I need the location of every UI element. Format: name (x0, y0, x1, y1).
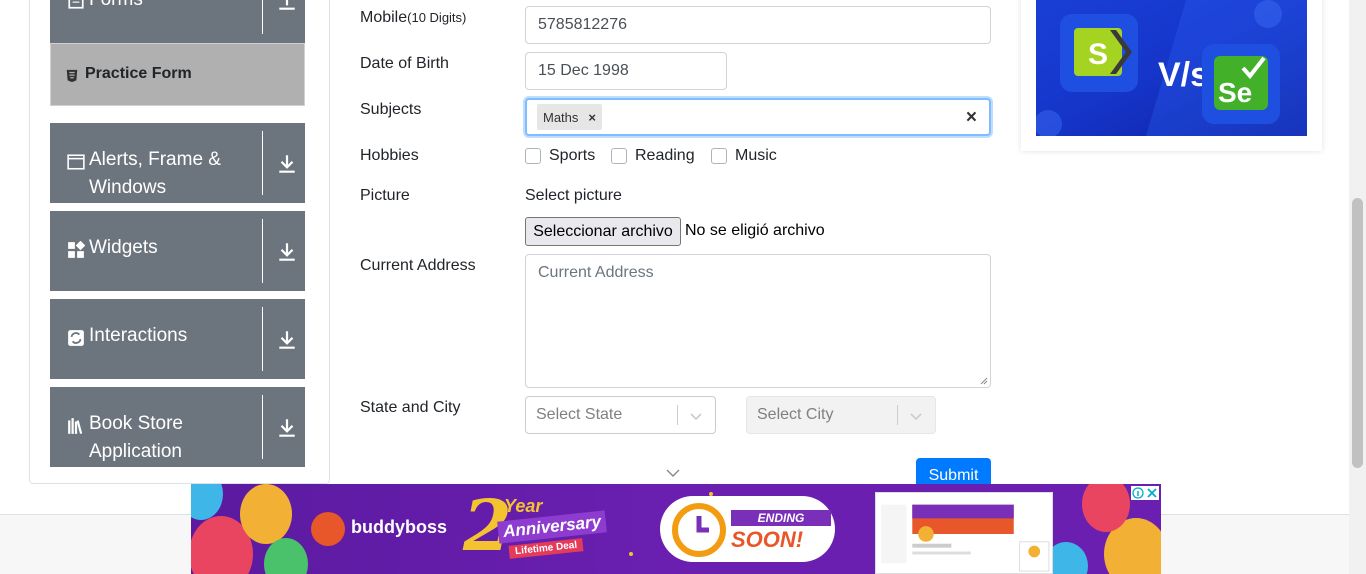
sidebar-group-book-store[interactable]: Book Store Application (50, 387, 305, 467)
arrow-down-icon (279, 243, 295, 261)
file-status-text: No se eligió archivo (685, 222, 825, 239)
sidebar-item-label: Practice Form (85, 65, 192, 82)
sidebar-group-label: Windows (89, 177, 167, 198)
sidebar-group-label: Alerts, Frame & (89, 149, 221, 170)
checkbox-box[interactable] (525, 148, 541, 164)
chevron-down-icon (910, 413, 922, 421)
sidebar-group-label: Book Store (89, 413, 183, 434)
forms-icon (68, 0, 84, 9)
mobile-label-text: Mobile (360, 9, 408, 26)
mobile-hint: (10 Digits) (407, 10, 467, 25)
subjects-input[interactable]: Maths × × (525, 98, 991, 136)
arrow-down-icon (279, 155, 295, 173)
widgets-icon (68, 241, 85, 258)
sidebar-group-label: Application (89, 441, 182, 462)
arrow-down-icon (279, 419, 295, 437)
clock-icon (672, 503, 726, 557)
picture-label: Picture (360, 187, 410, 204)
dob-label: Date of Birth (360, 55, 449, 72)
buddyboss-brand: buddyboss (351, 517, 448, 537)
clear-subjects-icon[interactable]: × (966, 107, 977, 129)
mobile-input[interactable]: 5785812276 (525, 6, 991, 44)
soon-label: SOON! (731, 527, 804, 552)
html5-icon (66, 69, 78, 83)
sidebar-group-label: Interactions (89, 325, 188, 346)
svg-text:S: S (1088, 38, 1108, 71)
arrow-down-icon (279, 331, 295, 349)
svg-text:V/s: V/s (1158, 56, 1209, 94)
chevron-down-icon (690, 413, 702, 421)
hobby-music-checkbox[interactable]: Music (711, 147, 777, 165)
checkbox-box[interactable] (711, 148, 727, 164)
hobby-label: Sports (549, 147, 596, 164)
page: Forms Practice Form Alerts, Frame & Wind… (0, 0, 1366, 574)
ad-katalon-vs-selenium-image[interactable]: S V/s Se (1036, 0, 1307, 136)
date-of-birth-input[interactable]: 15 Dec 1998 (525, 52, 727, 90)
current-address-textarea[interactable]: Current Address (525, 254, 991, 388)
books-icon (68, 418, 83, 434)
arrow-up-icon (279, 0, 295, 10)
bottom-banner-ad[interactable]: buddyboss 2 Year Anniversary Lifetime De… (191, 484, 1161, 574)
city-placeholder: Select City (757, 406, 834, 423)
hobby-label: Reading (635, 147, 695, 164)
dob-value: 15 Dec 1998 (538, 62, 629, 79)
product-screenshot-image (875, 492, 1053, 574)
chip-remove-icon[interactable]: × (588, 110, 596, 125)
checkbox-box[interactable] (611, 148, 627, 164)
hobby-label: Music (735, 147, 777, 164)
select-picture-label: Select picture (525, 187, 622, 204)
subject-chip-label: Maths (543, 109, 579, 125)
city-select[interactable]: Select City (746, 396, 936, 434)
sidebar-group-forms[interactable]: Forms (50, 0, 305, 43)
sidebar-group-label: Widgets (89, 237, 158, 258)
resize-handle-icon[interactable] (980, 377, 988, 385)
sidebar-group-widgets[interactable]: Widgets (50, 211, 305, 291)
ending-label: ENDING (731, 510, 831, 526)
sidebar-group-label: Forms (89, 0, 143, 14)
subjects-label: Subjects (360, 101, 422, 118)
ad-choices-icon[interactable] (1131, 486, 1159, 500)
hobby-reading-checkbox[interactable]: Reading (611, 147, 695, 165)
state-placeholder: Select State (536, 406, 623, 423)
svg-text:Se: Se (1218, 77, 1252, 108)
window-icon (67, 154, 85, 170)
address-label: Current Address (360, 257, 476, 274)
sidebar-group-interactions[interactable]: Interactions (50, 299, 305, 379)
mobile-value: 5785812276 (538, 16, 627, 33)
address-placeholder: Current Address (538, 264, 654, 281)
scrollbar-thumb[interactable] (1352, 198, 1363, 468)
state-city-label: State and City (360, 399, 461, 416)
scroll-hint-chevron-icon (666, 469, 680, 477)
choose-file-button[interactable]: Seleccionar archivo (525, 217, 681, 246)
hobbies-label: Hobbies (360, 147, 419, 164)
subject-chip: Maths × (537, 104, 602, 130)
buddyboss-logo-icon (311, 512, 345, 546)
hobby-sports-checkbox[interactable]: Sports (525, 147, 595, 165)
anniversary-year: Year (504, 496, 543, 516)
sidebar-item-practice-form[interactable]: Practice Form (50, 43, 305, 106)
mobile-label: Mobile(10 Digits) (360, 9, 466, 27)
sidebar-group-alerts[interactable]: Alerts, Frame & Windows (50, 123, 305, 203)
state-select[interactable]: Select State (525, 396, 716, 434)
interactions-icon (68, 330, 84, 346)
